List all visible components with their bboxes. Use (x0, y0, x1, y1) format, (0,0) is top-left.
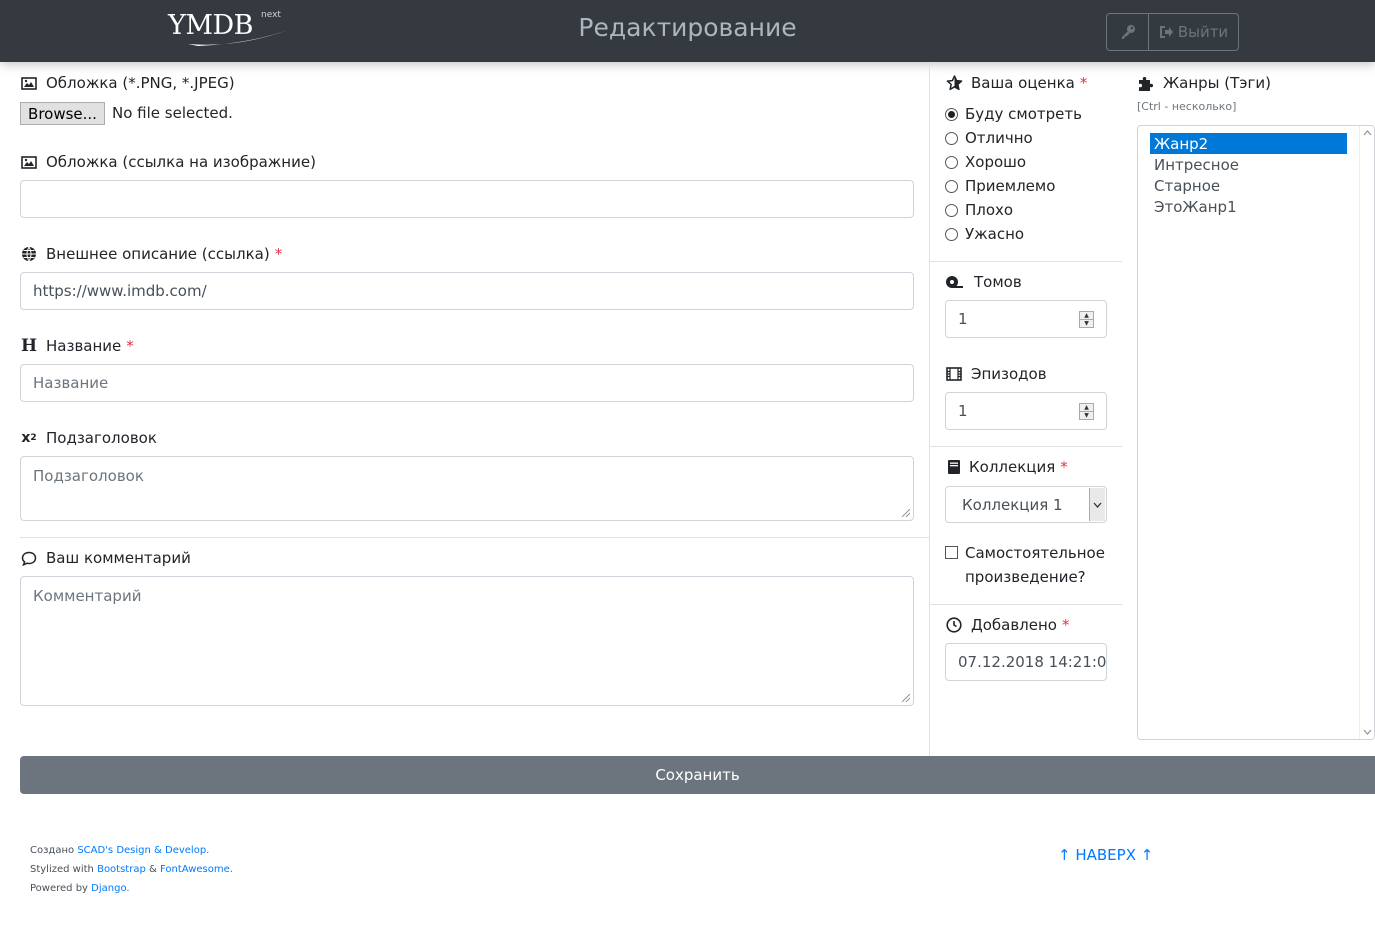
radio-button[interactable] (945, 227, 958, 241)
genres-label: Жанры (Тэги) (1137, 74, 1271, 92)
scroll-up-icon[interactable] (1363, 130, 1372, 136)
standalone-label-line2: произведение? (965, 568, 1086, 586)
comment-textarea[interactable]: Комментарий (20, 576, 914, 706)
genres-multiselect[interactable]: Жанр2 Интресное Старное ЭтоЖанр1 (1137, 125, 1375, 740)
subtitle-textarea[interactable]: Подзаголовок (20, 456, 914, 521)
cover-url-input[interactable] (20, 180, 914, 218)
volumes-spinner[interactable]: ▲ ▼ (1079, 311, 1094, 328)
globe-icon (20, 245, 38, 263)
puzzle-piece-icon (1137, 74, 1155, 92)
episodes-label: Эпизодов (945, 365, 1047, 383)
required-marker: * (274, 245, 283, 263)
clock-icon (945, 616, 963, 634)
radio-button[interactable] (945, 131, 958, 145)
episodes-spinner[interactable]: ▲ ▼ (1079, 403, 1094, 420)
name-label: H Название * (20, 336, 134, 356)
standalone-label-line1: Самостоятельное (965, 544, 1105, 562)
browse-file-button[interactable]: Browse... (20, 102, 105, 125)
rating-option-good[interactable]: Хорошо (945, 153, 1026, 171)
added-datetime-input[interactable]: 07.12.2018 14:21:05 (945, 643, 1107, 681)
footer-link-bootstrap[interactable]: Bootstrap (97, 864, 146, 875)
book-icon (945, 458, 963, 476)
footer-link-scad[interactable]: SCAD's Design & Develop. (77, 845, 209, 856)
column-divider (929, 62, 930, 756)
required-marker: * (1060, 458, 1068, 476)
standalone-checkbox[interactable] (945, 546, 958, 559)
rating-option-bad[interactable]: Плохо (945, 201, 1013, 219)
cover-url-label: Обложка (ссылка на изображние) (20, 153, 316, 171)
radio-button[interactable] (945, 155, 958, 169)
footer-link-fontawesome[interactable]: FontAwesome. (160, 864, 233, 875)
resize-handle-icon[interactable] (902, 509, 910, 517)
logout-button[interactable]: Выйти (1149, 14, 1238, 50)
footer-link-django[interactable]: Django. (91, 883, 129, 894)
episodes-input[interactable]: 1 ▲ ▼ (945, 392, 1107, 430)
heading-icon: H (20, 336, 38, 356)
radio-button[interactable] (945, 203, 958, 217)
account-button-group: Выйти (1106, 13, 1239, 51)
back-to-top-link[interactable]: ↑ НАВЕРХ ↑ (1058, 846, 1153, 864)
volumes-input[interactable]: 1 ▲ ▼ (945, 300, 1107, 338)
file-status: No file selected. (112, 104, 233, 122)
added-label: Добавлено * (945, 616, 1069, 634)
spin-down-icon[interactable]: ▼ (1080, 319, 1093, 327)
genres-scrollbar[interactable] (1359, 126, 1374, 739)
name-input[interactable]: Название (20, 364, 914, 402)
key-icon (1121, 25, 1135, 39)
star-icon (945, 74, 963, 92)
standalone-checkbox-row[interactable]: Самостоятельное произведение? (945, 544, 1105, 589)
collection-label: Коллекция * (945, 458, 1068, 476)
radio-button[interactable] (945, 107, 958, 121)
required-marker: * (1079, 74, 1088, 92)
scroll-down-icon[interactable] (1363, 729, 1372, 735)
spin-down-icon[interactable]: ▼ (1080, 411, 1093, 419)
subtitle-label: x2 Подзаголовок (21, 429, 157, 447)
genre-option[interactable]: Жанр2 (1150, 133, 1347, 154)
divider (20, 537, 929, 538)
subscript-icon: x2 (21, 430, 37, 446)
film-icon (945, 365, 963, 383)
chevron-down-icon[interactable] (1089, 488, 1105, 521)
spin-up-icon[interactable]: ▲ (1080, 312, 1093, 319)
spin-up-icon[interactable]: ▲ (1080, 404, 1093, 411)
divider (930, 446, 1122, 447)
external-desc-input[interactable]: https://www.imdb.com/ (20, 272, 914, 310)
genres-hint: [Ctrl - несколько] (1137, 100, 1237, 113)
footer-stylized: Stylized with Bootstrap & FontAwesome. (30, 864, 233, 875)
footer-credits: Создано SCAD's Design & Develop. (30, 845, 210, 856)
rating-option-will-watch[interactable]: Буду смотреть (945, 105, 1082, 123)
image-icon (20, 74, 38, 92)
rating-option-excellent[interactable]: Отлично (945, 129, 1033, 147)
sign-out-icon (1159, 26, 1173, 38)
rating-label: Ваша оценка * (945, 74, 1087, 92)
rating-option-terrible[interactable]: Ужасно (945, 225, 1024, 243)
cover-file-label: Обложка (*.PNG, *.JPEG) (20, 74, 235, 92)
save-button[interactable]: Сохранить (20, 756, 1375, 794)
divider (930, 604, 1122, 605)
change-password-button[interactable] (1107, 14, 1149, 50)
external-desc-label: Внешнее описание (ссылка) * (20, 245, 282, 263)
required-marker: * (1061, 616, 1070, 634)
genre-option[interactable]: ЭтоЖанр1 (1150, 196, 1347, 217)
required-marker: * (126, 337, 134, 355)
image-icon (20, 153, 38, 171)
tape-icon (945, 273, 963, 291)
genre-option[interactable]: Интресное (1150, 154, 1347, 175)
resize-handle-icon[interactable] (902, 694, 910, 702)
comment-icon (20, 549, 38, 567)
radio-button[interactable] (945, 179, 958, 193)
logout-label: Выйти (1177, 23, 1229, 41)
divider (930, 261, 1122, 262)
volumes-label: Томов (945, 273, 1022, 291)
footer-powered: Powered by Django. (30, 883, 130, 894)
comment-label: Ваш комментарий (20, 549, 191, 567)
rating-option-acceptable[interactable]: Приемлемо (945, 177, 1055, 195)
genre-option[interactable]: Старное (1150, 175, 1347, 196)
navbar: YMDB next Редактирование Выйти (0, 0, 1375, 62)
collection-select[interactable]: Коллекция 1 (945, 486, 1107, 523)
